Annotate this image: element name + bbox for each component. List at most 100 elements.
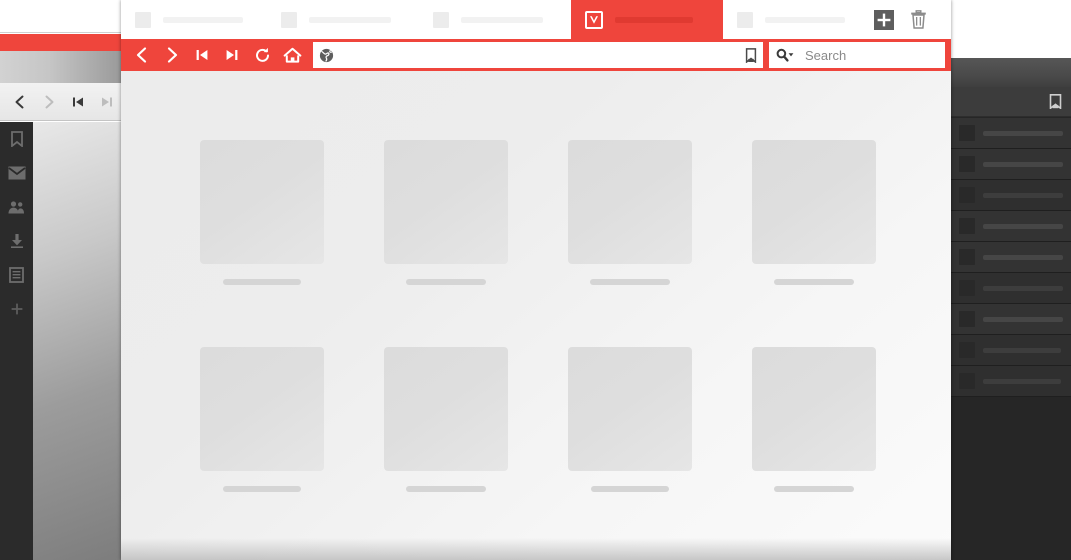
bookmark-list-item[interactable] bbox=[951, 118, 1071, 149]
speed-dial-label bbox=[406, 486, 486, 492]
bookmarks-panel[interactable] bbox=[951, 58, 1071, 560]
background-forward-button[interactable] bbox=[35, 88, 64, 116]
bookmark-title bbox=[983, 130, 1063, 136]
sidebar-item-contacts[interactable] bbox=[0, 190, 33, 224]
fast-forward-icon bbox=[225, 48, 239, 62]
background-back-button[interactable] bbox=[6, 88, 35, 116]
search-icon[interactable] bbox=[775, 48, 796, 63]
tab[interactable] bbox=[723, 0, 845, 39]
speed-dial-tile[interactable] bbox=[200, 140, 324, 285]
search-input[interactable] bbox=[805, 47, 939, 63]
vivaldi-browser-window[interactable] bbox=[121, 0, 951, 560]
speed-dial-thumbnail[interactable] bbox=[752, 140, 876, 264]
address-bar[interactable] bbox=[313, 42, 763, 68]
bookmark-list-item[interactable] bbox=[951, 304, 1071, 335]
bookmark-list-item[interactable] bbox=[951, 273, 1071, 304]
tab-favicon bbox=[135, 11, 151, 28]
speed-dial-thumbnail[interactable] bbox=[568, 140, 692, 264]
speed-dial-thumbnail[interactable] bbox=[384, 140, 508, 264]
sidebar-item-bookmarks[interactable] bbox=[0, 122, 33, 156]
bookmark-favicon bbox=[959, 311, 975, 327]
bookmark-favicon bbox=[959, 373, 975, 389]
sidebar-item-notes[interactable] bbox=[0, 258, 33, 292]
bookmark-list-item[interactable] bbox=[951, 211, 1071, 242]
speed-dial-thumbnail[interactable] bbox=[384, 347, 508, 471]
sidebar-item-mail[interactable] bbox=[0, 156, 33, 190]
speed-dial-tile[interactable] bbox=[384, 140, 508, 285]
caret-down-icon bbox=[788, 52, 794, 56]
bookmark-favicon bbox=[959, 187, 975, 203]
bookmark-list-item[interactable] bbox=[951, 149, 1071, 180]
bookmarks-panel-top-fade bbox=[951, 58, 1071, 87]
speed-dial-tile[interactable] bbox=[200, 347, 324, 492]
tab-favicon bbox=[737, 11, 753, 28]
bookmark-icon[interactable] bbox=[1049, 94, 1062, 109]
bookmark-list-item[interactable] bbox=[951, 335, 1071, 366]
bookmark-favicon bbox=[959, 280, 975, 296]
bookmark-title bbox=[983, 161, 1063, 167]
speed-dial-tile[interactable] bbox=[568, 347, 692, 492]
bookmarks-panel-list[interactable] bbox=[951, 118, 1071, 560]
speed-dial-label bbox=[774, 486, 854, 492]
home-button[interactable] bbox=[277, 40, 307, 70]
tab-title bbox=[615, 16, 693, 23]
bookmark-favicon bbox=[959, 249, 975, 265]
contacts-icon bbox=[8, 200, 26, 214]
bookmark-title bbox=[983, 254, 1063, 260]
speed-dial-tile[interactable] bbox=[384, 347, 508, 492]
bookmark-icon bbox=[10, 131, 24, 147]
tab[interactable] bbox=[419, 0, 571, 39]
page-content bbox=[121, 71, 951, 560]
background-window-page-top bbox=[0, 51, 121, 83]
background-browser-window[interactable] bbox=[0, 0, 121, 560]
bookmark-list-item[interactable] bbox=[951, 242, 1071, 273]
bookmark-title bbox=[983, 378, 1061, 384]
speed-dial-thumbnail[interactable] bbox=[568, 347, 692, 471]
vivaldi-logo-icon bbox=[585, 10, 603, 29]
search-bar[interactable] bbox=[769, 42, 945, 68]
tab-active[interactable] bbox=[571, 0, 723, 39]
speed-dial-thumbnail[interactable] bbox=[200, 347, 324, 471]
bookmark-list-item[interactable] bbox=[951, 180, 1071, 211]
speed-dial-grid[interactable] bbox=[200, 140, 880, 492]
background-rewind-button[interactable] bbox=[64, 88, 93, 116]
speed-dial-tile[interactable] bbox=[752, 140, 876, 285]
new-tab-button[interactable] bbox=[867, 3, 901, 37]
speed-dial-label bbox=[591, 486, 669, 492]
speed-dial-tile[interactable] bbox=[568, 140, 692, 285]
background-window-navigation-bar[interactable] bbox=[0, 83, 121, 121]
bookmark-title bbox=[983, 316, 1063, 322]
trash-button[interactable] bbox=[901, 3, 935, 37]
bookmark-list-item[interactable] bbox=[951, 366, 1071, 397]
speed-dial-thumbnail[interactable] bbox=[752, 347, 876, 471]
back-button[interactable] bbox=[127, 40, 157, 70]
background-window-sidebar[interactable] bbox=[0, 122, 33, 560]
background-fast-forward-button[interactable] bbox=[92, 88, 121, 116]
rewind-button[interactable] bbox=[187, 40, 217, 70]
forward-button[interactable] bbox=[157, 40, 187, 70]
fast-forward-button[interactable] bbox=[217, 40, 247, 70]
notes-icon bbox=[9, 267, 24, 283]
navigation-toolbar[interactable] bbox=[121, 39, 951, 71]
tab[interactable] bbox=[267, 0, 419, 39]
sidebar-item-add-panel[interactable] bbox=[0, 292, 33, 326]
bookmark-icon[interactable] bbox=[745, 47, 757, 63]
tab[interactable] bbox=[121, 0, 267, 39]
home-icon bbox=[283, 47, 302, 64]
reload-icon bbox=[254, 47, 271, 64]
speed-dial-thumbnail[interactable] bbox=[200, 140, 324, 264]
tab-bar[interactable] bbox=[121, 0, 951, 39]
speed-dial-label bbox=[223, 486, 301, 492]
speed-dial-tile[interactable] bbox=[752, 347, 876, 492]
mail-icon bbox=[7, 166, 26, 180]
plus-square-icon bbox=[874, 9, 894, 30]
bookmark-favicon bbox=[959, 156, 975, 172]
bookmark-favicon bbox=[959, 342, 975, 358]
sidebar-item-downloads[interactable] bbox=[0, 224, 33, 258]
background-window-page-content bbox=[33, 122, 121, 560]
tab-title bbox=[163, 16, 243, 23]
tab-title bbox=[765, 16, 845, 23]
chevron-left-icon bbox=[133, 46, 151, 64]
reload-button[interactable] bbox=[247, 40, 277, 70]
bookmark-title bbox=[983, 223, 1063, 229]
